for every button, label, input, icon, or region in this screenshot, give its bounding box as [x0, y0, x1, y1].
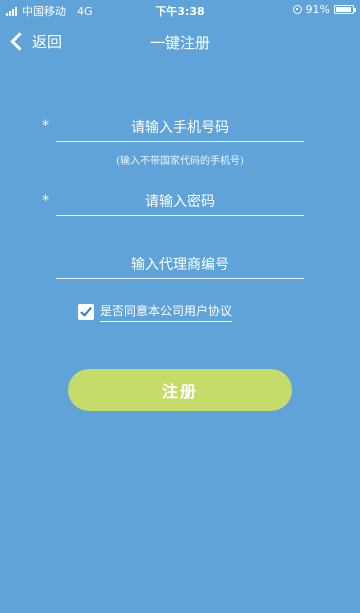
agreement-row: 是否同意本公司用户协议 — [78, 302, 233, 322]
agent-code-field — [56, 252, 304, 279]
register-screen: 中国移动 4G 下午3:38 91% 返回 一键注册 * (输入不带国家代码的手… — [0, 0, 360, 613]
agent-code-input[interactable] — [56, 252, 304, 278]
status-bar: 中国移动 4G 下午3:38 91% — [0, 0, 360, 20]
nav-bar: 返回 一键注册 — [0, 22, 360, 62]
phone-hint: (输入不带国家代码的手机号) — [116, 156, 244, 167]
page-title: 一键注册 — [149, 34, 210, 52]
battery-icon — [334, 5, 356, 14]
password-required-mark: * — [42, 193, 49, 209]
phone-input[interactable] — [56, 115, 304, 141]
status-right: 91% — [292, 3, 356, 16]
agreement-checkbox[interactable] — [78, 304, 94, 320]
battery-fill — [336, 7, 351, 12]
register-button[interactable]: 注册 — [68, 369, 292, 411]
battery-percent: 91% — [305, 3, 330, 16]
phone-required-mark: * — [42, 118, 49, 134]
agreement-link[interactable]: 是否同意本公司用户协议 — [100, 302, 233, 322]
password-input[interactable] — [56, 189, 304, 215]
phone-field — [56, 115, 304, 142]
rotation-lock-icon — [292, 5, 302, 14]
password-field — [56, 189, 304, 216]
